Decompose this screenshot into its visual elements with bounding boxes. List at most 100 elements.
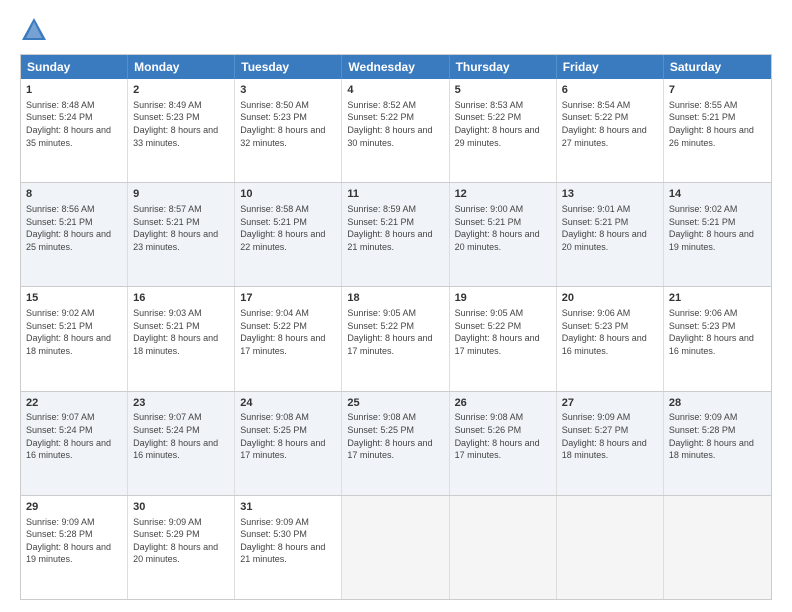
day-header-monday: Monday	[128, 55, 235, 79]
day-number: 25	[347, 396, 443, 411]
cell-details: Sunrise: 8:53 AMSunset: 5:22 PMDaylight:…	[455, 99, 551, 149]
day-number: 17	[240, 291, 336, 306]
day-cell-9: 9Sunrise: 8:57 AMSunset: 5:21 PMDaylight…	[128, 183, 235, 286]
day-number: 10	[240, 187, 336, 202]
cell-details: Sunrise: 8:59 AMSunset: 5:21 PMDaylight:…	[347, 203, 443, 253]
calendar-row-3: 15Sunrise: 9:02 AMSunset: 5:21 PMDayligh…	[21, 286, 771, 390]
day-cell-11: 11Sunrise: 8:59 AMSunset: 5:21 PMDayligh…	[342, 183, 449, 286]
cell-details: Sunrise: 8:49 AMSunset: 5:23 PMDaylight:…	[133, 99, 229, 149]
day-number: 30	[133, 500, 229, 515]
calendar-row-1: 1Sunrise: 8:48 AMSunset: 5:24 PMDaylight…	[21, 79, 771, 182]
day-number: 31	[240, 500, 336, 515]
day-cell-17: 17Sunrise: 9:04 AMSunset: 5:22 PMDayligh…	[235, 287, 342, 390]
day-cell-24: 24Sunrise: 9:08 AMSunset: 5:25 PMDayligh…	[235, 392, 342, 495]
logo	[20, 16, 52, 44]
day-number: 26	[455, 396, 551, 411]
day-cell-25: 25Sunrise: 9:08 AMSunset: 5:25 PMDayligh…	[342, 392, 449, 495]
day-cell-29: 29Sunrise: 9:09 AMSunset: 5:28 PMDayligh…	[21, 496, 128, 599]
cell-details: Sunrise: 8:57 AMSunset: 5:21 PMDaylight:…	[133, 203, 229, 253]
day-cell-3: 3Sunrise: 8:50 AMSunset: 5:23 PMDaylight…	[235, 79, 342, 182]
day-cell-19: 19Sunrise: 9:05 AMSunset: 5:22 PMDayligh…	[450, 287, 557, 390]
day-cell-4: 4Sunrise: 8:52 AMSunset: 5:22 PMDaylight…	[342, 79, 449, 182]
day-header-tuesday: Tuesday	[235, 55, 342, 79]
calendar-body: 1Sunrise: 8:48 AMSunset: 5:24 PMDaylight…	[21, 79, 771, 599]
day-number: 22	[26, 396, 122, 411]
day-cell-10: 10Sunrise: 8:58 AMSunset: 5:21 PMDayligh…	[235, 183, 342, 286]
day-number: 27	[562, 396, 658, 411]
day-header-wednesday: Wednesday	[342, 55, 449, 79]
cell-details: Sunrise: 9:06 AMSunset: 5:23 PMDaylight:…	[562, 307, 658, 357]
day-cell-6: 6Sunrise: 8:54 AMSunset: 5:22 PMDaylight…	[557, 79, 664, 182]
day-header-saturday: Saturday	[664, 55, 771, 79]
day-cell-5: 5Sunrise: 8:53 AMSunset: 5:22 PMDaylight…	[450, 79, 557, 182]
day-number: 4	[347, 83, 443, 98]
day-cell-21: 21Sunrise: 9:06 AMSunset: 5:23 PMDayligh…	[664, 287, 771, 390]
day-cell-20: 20Sunrise: 9:06 AMSunset: 5:23 PMDayligh…	[557, 287, 664, 390]
cell-details: Sunrise: 9:08 AMSunset: 5:26 PMDaylight:…	[455, 411, 551, 461]
day-header-sunday: Sunday	[21, 55, 128, 79]
calendar-header: SundayMondayTuesdayWednesdayThursdayFrid…	[21, 55, 771, 79]
empty-cell	[664, 496, 771, 599]
day-cell-16: 16Sunrise: 9:03 AMSunset: 5:21 PMDayligh…	[128, 287, 235, 390]
page: SundayMondayTuesdayWednesdayThursdayFrid…	[0, 0, 792, 612]
calendar: SundayMondayTuesdayWednesdayThursdayFrid…	[20, 54, 772, 600]
day-number: 28	[669, 396, 766, 411]
day-cell-23: 23Sunrise: 9:07 AMSunset: 5:24 PMDayligh…	[128, 392, 235, 495]
cell-details: Sunrise: 9:08 AMSunset: 5:25 PMDaylight:…	[347, 411, 443, 461]
cell-details: Sunrise: 8:56 AMSunset: 5:21 PMDaylight:…	[26, 203, 122, 253]
cell-details: Sunrise: 8:58 AMSunset: 5:21 PMDaylight:…	[240, 203, 336, 253]
day-number: 5	[455, 83, 551, 98]
day-number: 7	[669, 83, 766, 98]
day-number: 2	[133, 83, 229, 98]
cell-details: Sunrise: 9:05 AMSunset: 5:22 PMDaylight:…	[347, 307, 443, 357]
day-cell-8: 8Sunrise: 8:56 AMSunset: 5:21 PMDaylight…	[21, 183, 128, 286]
cell-details: Sunrise: 9:06 AMSunset: 5:23 PMDaylight:…	[669, 307, 766, 357]
cell-details: Sunrise: 9:09 AMSunset: 5:28 PMDaylight:…	[669, 411, 766, 461]
cell-details: Sunrise: 8:55 AMSunset: 5:21 PMDaylight:…	[669, 99, 766, 149]
day-cell-31: 31Sunrise: 9:09 AMSunset: 5:30 PMDayligh…	[235, 496, 342, 599]
cell-details: Sunrise: 9:03 AMSunset: 5:21 PMDaylight:…	[133, 307, 229, 357]
day-number: 18	[347, 291, 443, 306]
day-cell-30: 30Sunrise: 9:09 AMSunset: 5:29 PMDayligh…	[128, 496, 235, 599]
day-number: 23	[133, 396, 229, 411]
cell-details: Sunrise: 9:07 AMSunset: 5:24 PMDaylight:…	[26, 411, 122, 461]
day-cell-2: 2Sunrise: 8:49 AMSunset: 5:23 PMDaylight…	[128, 79, 235, 182]
day-number: 9	[133, 187, 229, 202]
day-number: 24	[240, 396, 336, 411]
cell-details: Sunrise: 9:09 AMSunset: 5:27 PMDaylight:…	[562, 411, 658, 461]
calendar-row-2: 8Sunrise: 8:56 AMSunset: 5:21 PMDaylight…	[21, 182, 771, 286]
cell-details: Sunrise: 9:01 AMSunset: 5:21 PMDaylight:…	[562, 203, 658, 253]
day-cell-28: 28Sunrise: 9:09 AMSunset: 5:28 PMDayligh…	[664, 392, 771, 495]
day-cell-26: 26Sunrise: 9:08 AMSunset: 5:26 PMDayligh…	[450, 392, 557, 495]
empty-cell	[557, 496, 664, 599]
cell-details: Sunrise: 8:50 AMSunset: 5:23 PMDaylight:…	[240, 99, 336, 149]
day-cell-15: 15Sunrise: 9:02 AMSunset: 5:21 PMDayligh…	[21, 287, 128, 390]
day-number: 20	[562, 291, 658, 306]
day-number: 8	[26, 187, 122, 202]
day-cell-7: 7Sunrise: 8:55 AMSunset: 5:21 PMDaylight…	[664, 79, 771, 182]
cell-details: Sunrise: 9:08 AMSunset: 5:25 PMDaylight:…	[240, 411, 336, 461]
cell-details: Sunrise: 9:07 AMSunset: 5:24 PMDaylight:…	[133, 411, 229, 461]
day-header-friday: Friday	[557, 55, 664, 79]
cell-details: Sunrise: 9:09 AMSunset: 5:29 PMDaylight:…	[133, 516, 229, 566]
cell-details: Sunrise: 8:52 AMSunset: 5:22 PMDaylight:…	[347, 99, 443, 149]
empty-cell	[450, 496, 557, 599]
logo-icon	[20, 16, 48, 44]
cell-details: Sunrise: 9:05 AMSunset: 5:22 PMDaylight:…	[455, 307, 551, 357]
cell-details: Sunrise: 9:04 AMSunset: 5:22 PMDaylight:…	[240, 307, 336, 357]
day-number: 15	[26, 291, 122, 306]
day-number: 29	[26, 500, 122, 515]
day-number: 6	[562, 83, 658, 98]
cell-details: Sunrise: 9:02 AMSunset: 5:21 PMDaylight:…	[26, 307, 122, 357]
day-cell-1: 1Sunrise: 8:48 AMSunset: 5:24 PMDaylight…	[21, 79, 128, 182]
day-number: 1	[26, 83, 122, 98]
day-cell-12: 12Sunrise: 9:00 AMSunset: 5:21 PMDayligh…	[450, 183, 557, 286]
day-number: 14	[669, 187, 766, 202]
day-cell-27: 27Sunrise: 9:09 AMSunset: 5:27 PMDayligh…	[557, 392, 664, 495]
header	[20, 16, 772, 44]
cell-details: Sunrise: 9:09 AMSunset: 5:28 PMDaylight:…	[26, 516, 122, 566]
day-cell-18: 18Sunrise: 9:05 AMSunset: 5:22 PMDayligh…	[342, 287, 449, 390]
day-number: 13	[562, 187, 658, 202]
day-cell-22: 22Sunrise: 9:07 AMSunset: 5:24 PMDayligh…	[21, 392, 128, 495]
calendar-row-4: 22Sunrise: 9:07 AMSunset: 5:24 PMDayligh…	[21, 391, 771, 495]
